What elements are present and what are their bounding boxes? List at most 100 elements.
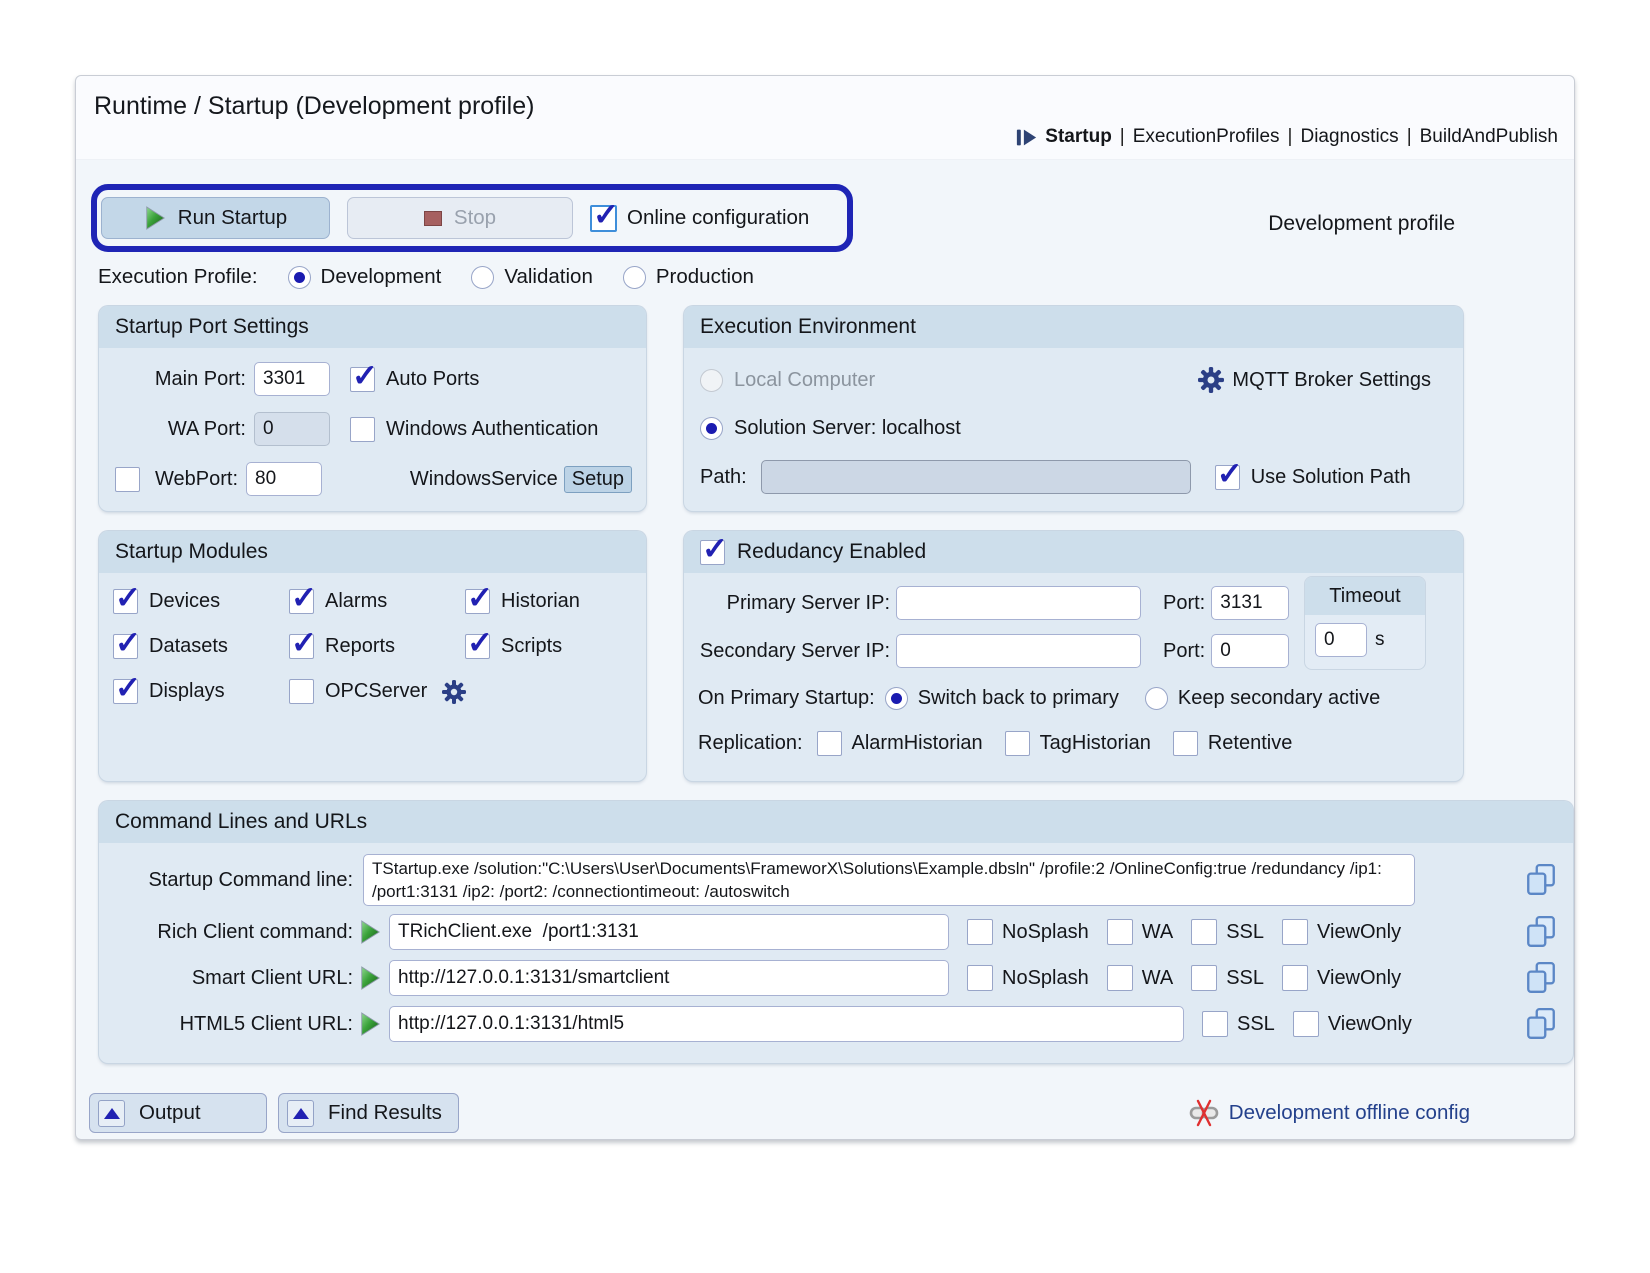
- breadcrumb-item-diagnostics[interactable]: Diagnostics: [1300, 126, 1398, 148]
- datasets-checkbox[interactable]: [113, 634, 138, 659]
- smart-client-row: Smart Client URL: http://127.0.0.1:3131/…: [113, 955, 1559, 1001]
- scripts-checkbox[interactable]: [465, 634, 490, 659]
- startup-command-row: Startup Command line: TStartup.exe /solu…: [113, 851, 1559, 909]
- copy-smart-client-icon[interactable]: [1525, 961, 1557, 995]
- smart-ssl-checkbox[interactable]: [1191, 965, 1217, 991]
- startup-port-settings-panel: Startup Port Settings Main Port: 3301 Au…: [99, 306, 646, 511]
- html5-client-row: HTML5 Client URL: http://127.0.0.1:3131/…: [113, 1001, 1559, 1047]
- alarmhistorian-label: AlarmHistorian: [852, 732, 983, 755]
- historian-checkbox[interactable]: [465, 589, 490, 614]
- html5-client-url-input[interactable]: http://127.0.0.1:3131/html5: [389, 1006, 1184, 1042]
- breadcrumb-item-executionprofiles[interactable]: ExecutionProfiles: [1133, 126, 1280, 148]
- rich-nosplash-checkbox[interactable]: [967, 919, 993, 945]
- smart-wa-checkbox[interactable]: [1107, 965, 1133, 991]
- development-radio[interactable]: [288, 266, 311, 289]
- main-port-input[interactable]: 3301: [254, 362, 330, 396]
- copy-startup-command-icon[interactable]: [1525, 863, 1557, 897]
- windows-authentication-checkbox[interactable]: [350, 417, 375, 442]
- local-computer-radio: [700, 369, 723, 392]
- taghistorian-checkbox[interactable]: [1005, 731, 1030, 756]
- taghistorian-label: TagHistorian: [1040, 732, 1151, 755]
- copy-rich-client-icon[interactable]: [1525, 915, 1557, 949]
- rich-client-command-input[interactable]: TRichClient.exe /port1:3131: [389, 914, 949, 950]
- retentive-checkbox[interactable]: [1173, 731, 1198, 756]
- html5-client-label: HTML5 Client URL:: [113, 1013, 353, 1036]
- solution-server-radio[interactable]: [700, 417, 723, 440]
- smart-ssl-option: SSL: [1191, 965, 1264, 991]
- execution-environment-title: Execution Environment: [684, 306, 1463, 348]
- run-html5-client-icon[interactable]: [359, 1012, 381, 1036]
- execution-profile-row: Execution Profile: Development Validatio…: [98, 265, 754, 289]
- switch-back-option: Switch back to primary: [885, 687, 1119, 710]
- webport-checkbox[interactable]: [115, 467, 140, 492]
- online-configuration-checkbox[interactable]: [590, 205, 617, 232]
- smart-client-url-input[interactable]: http://127.0.0.1:3131/smartclient: [389, 960, 949, 996]
- smart-viewonly-checkbox[interactable]: [1282, 965, 1308, 991]
- primary-server-ip-input[interactable]: [896, 586, 1141, 620]
- run-smart-client-icon[interactable]: [359, 966, 381, 990]
- local-computer-row: Local Computer MQTT Broker Settings: [700, 356, 1447, 404]
- reports-label: Reports: [325, 635, 395, 658]
- breadcrumb-item-startup[interactable]: Startup: [1045, 126, 1112, 148]
- devices-checkbox[interactable]: [113, 589, 138, 614]
- copy-html5-client-icon[interactable]: [1525, 1007, 1557, 1041]
- primary-server-ip-label: Primary Server IP:: [698, 592, 890, 615]
- alarms-checkbox[interactable]: [289, 589, 314, 614]
- switch-back-radio[interactable]: [885, 687, 908, 710]
- retentive-label: Retentive: [1208, 732, 1293, 755]
- rich-viewonly-checkbox[interactable]: [1282, 919, 1308, 945]
- solution-server-label: Solution Server: localhost: [734, 417, 961, 440]
- opcserver-gear-icon[interactable]: [442, 680, 466, 704]
- mqtt-broker-settings-button[interactable]: MQTT Broker Settings: [1198, 367, 1431, 393]
- opcserver-checkbox[interactable]: [289, 679, 314, 704]
- stop-button[interactable]: Stop: [347, 197, 573, 239]
- windows-service-setup-button[interactable]: Setup: [564, 466, 632, 493]
- validation-radio[interactable]: [471, 266, 494, 289]
- find-results-button[interactable]: Find Results: [278, 1093, 459, 1133]
- redundancy-enabled-checkbox[interactable]: [700, 540, 725, 565]
- secondary-server-ip-input[interactable]: [896, 634, 1141, 668]
- run-rich-client-icon[interactable]: [359, 920, 381, 944]
- development-label: Development: [321, 265, 442, 289]
- startup-command-label: Startup Command line:: [113, 869, 353, 892]
- rich-nosplash-option: NoSplash: [967, 919, 1089, 945]
- keep-secondary-radio[interactable]: [1145, 687, 1168, 710]
- module-reports: Reports: [289, 634, 465, 659]
- smart-wa-option: WA: [1107, 965, 1173, 991]
- rich-nosplash-label: NoSplash: [1002, 921, 1089, 944]
- startup-command-input[interactable]: TStartup.exe /solution:"C:\Users\User\Do…: [363, 854, 1415, 906]
- offline-config-status[interactable]: Development offline config: [1189, 1099, 1470, 1127]
- profile-option-validation: Validation: [471, 265, 593, 289]
- profile-option-development: Development: [288, 265, 442, 289]
- wa-port-label: WA Port:: [111, 418, 246, 441]
- timeout-input[interactable]: 0: [1315, 623, 1367, 657]
- production-radio[interactable]: [623, 266, 646, 289]
- primary-port-input[interactable]: 3131: [1211, 586, 1289, 620]
- html5-ssl-option: SSL: [1202, 1011, 1275, 1037]
- auto-ports-checkbox[interactable]: [350, 367, 375, 392]
- output-label: Output: [139, 1101, 201, 1125]
- online-configuration-label: Online configuration: [627, 206, 809, 230]
- breadcrumb-separator: |: [1407, 126, 1412, 148]
- reports-checkbox[interactable]: [289, 634, 314, 659]
- use-solution-path-checkbox[interactable]: [1215, 465, 1240, 490]
- run-startup-button[interactable]: Run Startup: [101, 197, 330, 239]
- rich-client-label: Rich Client command:: [113, 921, 353, 944]
- secondary-port-input[interactable]: 0: [1211, 634, 1289, 668]
- output-button[interactable]: Output: [89, 1093, 267, 1133]
- rich-ssl-checkbox[interactable]: [1191, 919, 1217, 945]
- rich-wa-checkbox[interactable]: [1107, 919, 1133, 945]
- alarmhistorian-checkbox[interactable]: [817, 731, 842, 756]
- production-label: Production: [656, 265, 754, 289]
- displays-checkbox[interactable]: [113, 679, 138, 704]
- startup-modules-panel: Startup Modules Devices Alarms Historian…: [99, 531, 646, 781]
- replication-alarmhistorian: AlarmHistorian: [817, 731, 983, 756]
- path-row: Path: Use Solution Path: [700, 452, 1447, 502]
- smart-nosplash-checkbox[interactable]: [967, 965, 993, 991]
- html5-ssl-checkbox[interactable]: [1202, 1011, 1228, 1037]
- rich-viewonly-label: ViewOnly: [1317, 921, 1401, 944]
- webport-input[interactable]: 80: [246, 462, 322, 496]
- html5-viewonly-checkbox[interactable]: [1293, 1011, 1319, 1037]
- module-devices: Devices: [113, 589, 289, 614]
- breadcrumb-item-buildandpublish[interactable]: BuildAndPublish: [1420, 126, 1558, 148]
